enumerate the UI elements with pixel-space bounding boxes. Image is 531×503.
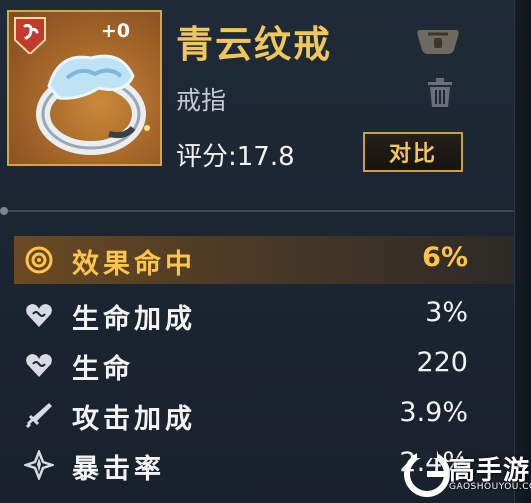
equipment-tooltip-panel: +0 青云纹戒 戒指 评分:17.8 对比 效果命中 6% 生命加成 3% 生命… <box>0 0 531 503</box>
stat-value: 3% <box>425 297 468 328</box>
stat-value: 3.9% <box>399 397 468 428</box>
target-icon <box>25 246 53 274</box>
item-type: 戒指 <box>176 86 227 115</box>
stat-name: 暴击率 <box>72 454 165 485</box>
stat-row-highlighted: 效果命中 6% <box>14 236 514 284</box>
crit-icon <box>24 450 54 480</box>
stat-row: 攻击加成 3.9% <box>14 391 514 439</box>
section-divider <box>0 210 514 212</box>
divider-dot <box>0 207 8 215</box>
stat-value: 6% <box>422 242 468 273</box>
stat-name: 效果命中 <box>72 249 196 280</box>
lock-icon[interactable] <box>414 26 462 56</box>
compare-button[interactable]: 对比 <box>363 132 463 172</box>
stat-name: 生命加成 <box>72 304 196 335</box>
heart-icon <box>26 304 52 327</box>
item-score: 评分:17.8 <box>176 142 295 172</box>
item-icon-tile[interactable]: +0 <box>7 10 162 166</box>
stat-name: 生命 <box>72 354 134 385</box>
stat-value: 220 <box>416 347 468 378</box>
heart-icon <box>26 354 52 377</box>
enhance-level: +0 <box>100 20 130 42</box>
ring-item-image <box>36 54 150 155</box>
watermark-logo-icon <box>404 450 450 497</box>
sword-icon <box>25 403 52 429</box>
item-name: 青云纹戒 <box>176 22 332 66</box>
panel-right-frame <box>514 0 531 503</box>
watermark-url: GAOSHOUYOU.COM <box>449 482 531 492</box>
trash-icon[interactable] <box>426 78 454 108</box>
stat-row: 生命加成 3% <box>14 291 514 339</box>
stat-row: 生命 220 <box>14 341 514 389</box>
stat-name: 攻击加成 <box>72 404 196 435</box>
watermark: 高手游 GAOSHOUYOU.COM <box>403 448 531 503</box>
